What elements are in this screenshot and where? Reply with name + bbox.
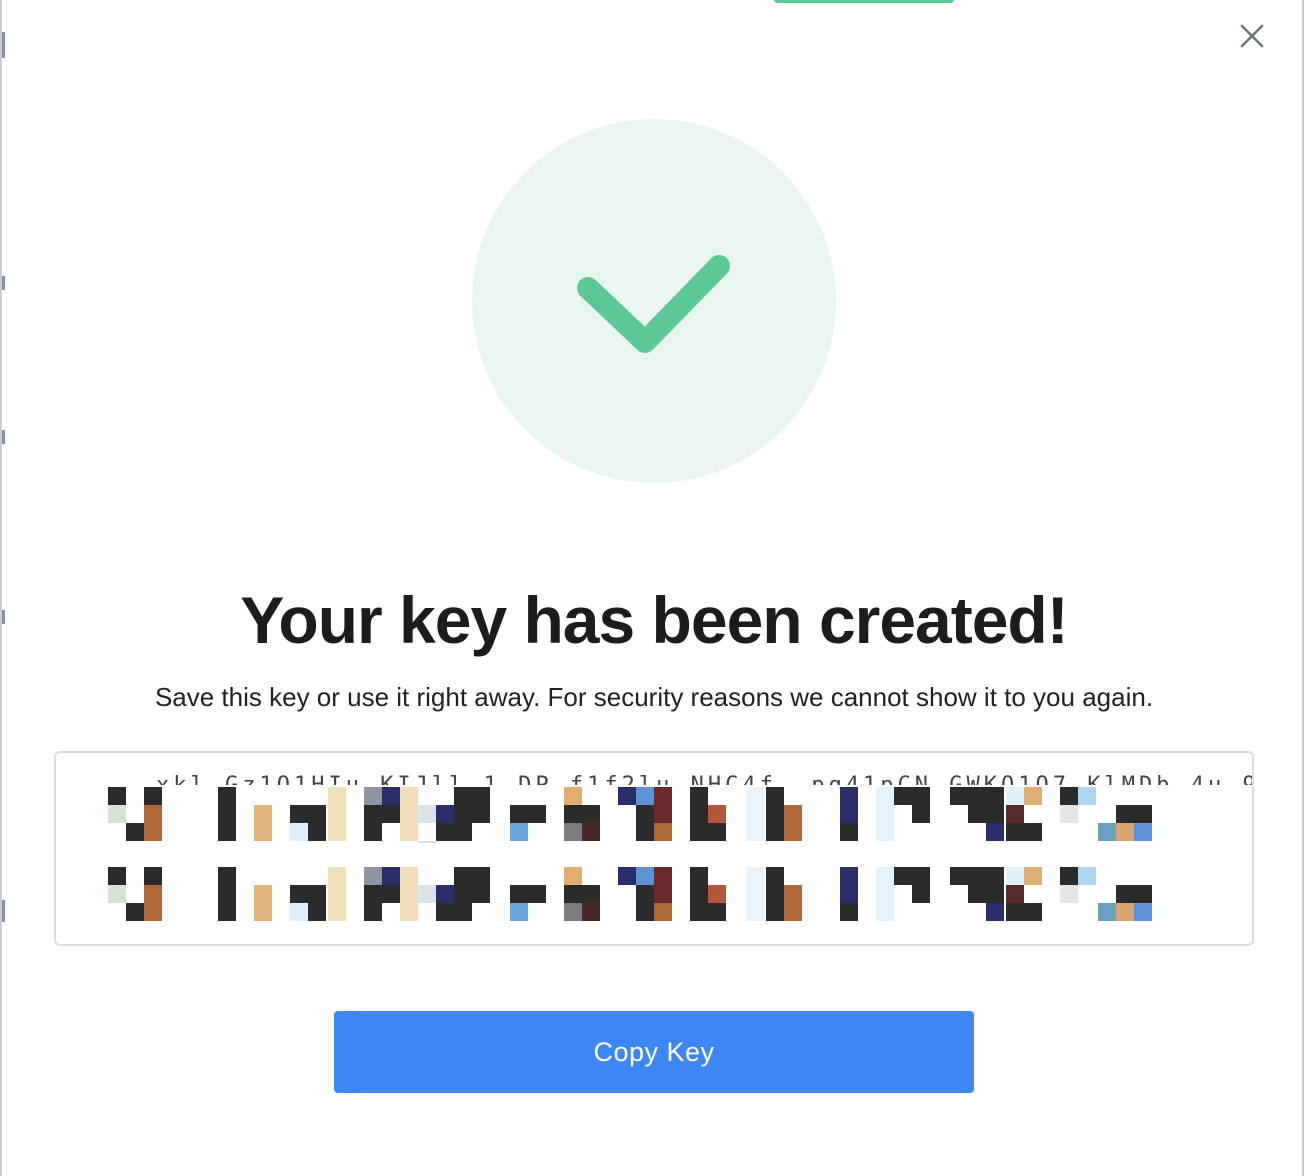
checkmark-icon (577, 255, 730, 353)
close-icon (1240, 24, 1264, 48)
active-tab-indicator (774, 0, 954, 3)
success-badge (472, 119, 836, 483)
api-key-redaction (106, 867, 1216, 923)
api-key-display[interactable]: xkl-Gz1Q1HIu-KIJll-1-DP-f1f2lu-NHC4f--pq… (54, 751, 1254, 946)
api-key-text[interactable]: xkl-Gz1Q1HIu-KIJll-1-DP-f1f2lu-NHC4f--pq… (156, 775, 1252, 785)
copy-key-button[interactable]: Copy Key (334, 1011, 974, 1093)
key-created-dialog: Your key has been created! Save this key… (0, 0, 1304, 1176)
close-button[interactable] (1234, 18, 1270, 54)
dialog-subtitle: Save this key or use it right away. For … (154, 682, 1154, 712)
api-key-redaction (106, 787, 1216, 843)
dialog-title: Your key has been created! (240, 583, 1068, 657)
